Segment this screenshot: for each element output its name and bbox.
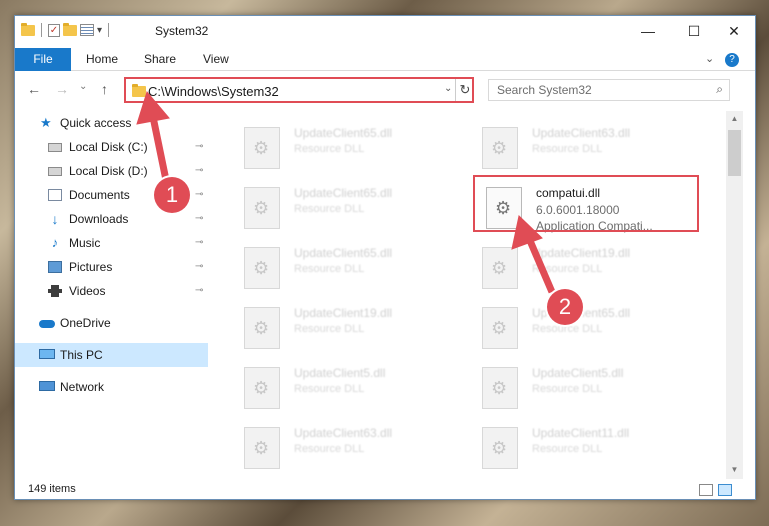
arrow-2-shaft: [524, 234, 556, 294]
annotation-arrows: [136, 90, 556, 294]
arrow-2-head: [511, 215, 543, 250]
arrow-1-head: [136, 90, 170, 125]
step-2-marker: 2: [547, 289, 583, 325]
step-1-marker: 1: [154, 177, 190, 213]
arrow-1-shaft: [148, 111, 170, 181]
